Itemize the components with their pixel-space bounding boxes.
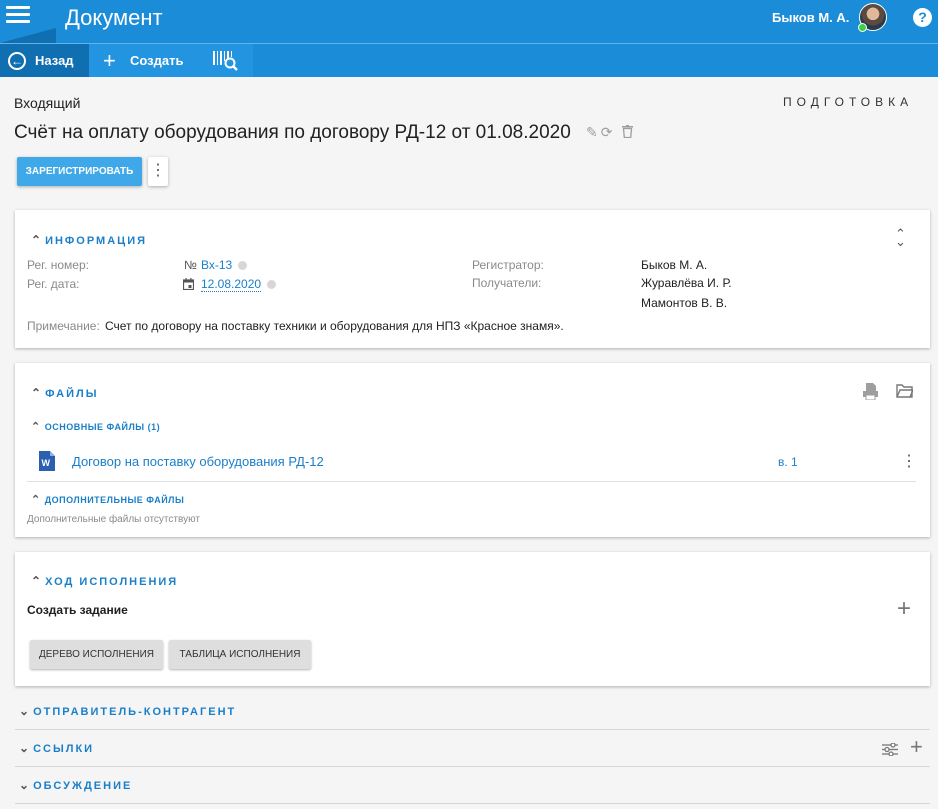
extra-files-empty: Дополнительные файлы отсутствуют [27, 514, 200, 525]
extra-files-title: ДОПОЛНИТЕЛЬНЫЕ ФАЙЛЫ [44, 495, 185, 505]
recipients-label: Получатели: [472, 276, 542, 290]
help-icon[interactable]: ? [913, 8, 932, 27]
info-section-header[interactable]: ⌃ ИНФОРМАЦИЯ [31, 233, 147, 247]
info-card: ⌃ ИНФОРМАЦИЯ ⌃ ⌄ Рег. номер: № Вх-13 Рег. … [15, 210, 930, 348]
toolbar: ← Назад + Создать [0, 43, 938, 77]
reg-number-value[interactable]: Вх-13 [201, 258, 232, 272]
note-value: Счет по договору на поставку техники и о… [105, 319, 564, 333]
sender-section-header[interactable]: ⌄ ОТПРАВИТЕЛЬ-КОНТРАГЕНТ [19, 704, 236, 718]
add-link-icon[interactable]: + [910, 734, 923, 760]
app-title: Документ [65, 5, 163, 30]
execution-card: ⌃ ХОД ИСПОЛНЕНИЯ Создать задание + ДЕРЕВО… [15, 552, 930, 686]
execution-table-button[interactable]: ТАБЛИЦА ИСПОЛНЕНИЯ [169, 640, 311, 669]
back-label: Назад [35, 53, 74, 68]
clear-icon[interactable] [267, 280, 276, 289]
execution-section-header[interactable]: ⌃ ХОД ИСПОЛНЕНИЯ [31, 574, 178, 588]
title-actions: ✎⟳ [586, 124, 634, 141]
page-title: Счёт на оплату оборудования по договору … [14, 122, 571, 143]
files-card: ⌃ ФАЙЛЫ ⌃ ОСНОВНЫЕ ФАЙЛЫ (1) W Договор на … [15, 363, 930, 537]
create-label: Создать [130, 53, 184, 68]
svg-text:W: W [42, 458, 51, 468]
chevron-up-icon: ⌃ [31, 494, 41, 506]
chevron-up-icon: ⌃ [31, 574, 42, 588]
chevron-up-icon: ⌃ [31, 386, 42, 400]
divider [27, 481, 916, 482]
print-icon[interactable] [863, 383, 878, 400]
chevron-down-icon: ⌄ [19, 704, 30, 718]
discussion-section-title: ОБСУЖДЕНИЕ [33, 780, 133, 792]
add-task-icon[interactable]: + [897, 595, 911, 623]
discussion-section[interactable]: ⌄ ОБСУЖДЕНИЕ [15, 767, 930, 804]
files-section-title: ФАЙЛЫ [45, 388, 99, 400]
settings-sliders-icon[interactable] [882, 743, 898, 756]
chevron-down-icon: ⌄ [19, 778, 30, 792]
plus-icon: + [103, 48, 116, 73]
register-button[interactable]: ЗАРЕГИСТРИРОВАТЬ [17, 157, 142, 186]
sender-section-title: ОТПРАВИТЕЛЬ-КОНТРАГЕНТ [33, 706, 237, 718]
execution-tree-button[interactable]: ДЕРЕВО ИСПОЛНЕНИЯ [30, 640, 163, 669]
main-files-title: ОСНОВНЫЕ ФАЙЛЫ (1) [44, 422, 161, 432]
document-status: ПОДГОТОВКА [783, 95, 914, 109]
extra-files-header[interactable]: ⌃ ДОПОЛНИТЕЛЬНЫЕ ФАЙЛЫ [31, 493, 184, 506]
reg-number-label: Рег. номер: [27, 258, 89, 272]
expand-collapse-icon[interactable]: ⌃ ⌄ [895, 227, 906, 248]
barcode-search-icon [213, 51, 238, 71]
create-button[interactable]: + Создать [89, 44, 197, 77]
sender-section[interactable]: ⌄ ОТПРАВИТЕЛЬ-КОНТРАГЕНТ [15, 693, 930, 730]
registrar-value: Быков М. А. [641, 258, 708, 272]
chevron-up-icon: ⌃ [31, 233, 42, 247]
links-section-header[interactable]: ⌄ ССЫЛКИ [19, 741, 94, 755]
reg-date-label: Рег. дата: [27, 277, 80, 291]
user-name[interactable]: Быков М. А. [772, 10, 849, 25]
chevron-up-icon: ⌃ [31, 421, 41, 433]
folder-icon[interactable] [896, 384, 913, 398]
reg-date-value[interactable]: 12.08.2020 [201, 277, 262, 292]
files-section-header[interactable]: ⌃ ФАЙЛЫ [31, 386, 99, 400]
document-type: Входящий [14, 95, 81, 111]
links-section[interactable]: ⌄ ССЫЛКИ + [15, 730, 930, 767]
menu-icon[interactable] [6, 6, 30, 26]
header-corner-decoration [0, 28, 56, 43]
discussion-section-header[interactable]: ⌄ ОБСУЖДЕНИЕ [19, 778, 132, 792]
recipient-item: Мамонтов В. В. [641, 296, 728, 310]
online-status-icon [858, 23, 867, 32]
file-version[interactable]: в. 1 [778, 455, 798, 469]
file-more-icon[interactable]: ⋮ [901, 451, 917, 471]
edit-icon[interactable]: ✎ [586, 124, 601, 140]
recipient-item: Журавлёва И. Р. [641, 276, 732, 290]
clear-icon[interactable] [238, 261, 247, 270]
trash-icon[interactable] [615, 124, 634, 140]
file-link[interactable]: Договор на поставку оборудования РД-12 [72, 454, 324, 469]
main-files-header[interactable]: ⌃ ОСНОВНЫЕ ФАЙЛЫ (1) [31, 420, 160, 433]
calendar-icon[interactable] [183, 278, 194, 290]
links-section-title: ССЫЛКИ [33, 743, 95, 755]
create-task-label[interactable]: Создать задание [27, 603, 128, 617]
app-header: Документ Быков М. А. ? [0, 0, 938, 43]
execution-section-title: ХОД ИСПОЛНЕНИЯ [45, 576, 179, 588]
arrow-left-icon: ← [8, 52, 26, 70]
chevron-down-icon: ⌄ [19, 741, 30, 755]
word-file-icon: W [39, 451, 55, 471]
note-label: Примечание: [27, 319, 100, 333]
barcode-search-button[interactable] [197, 44, 253, 77]
back-button[interactable]: ← Назад [0, 44, 89, 77]
info-section-title: ИНФОРМАЦИЯ [45, 235, 148, 247]
number-sign-icon: № [184, 258, 197, 272]
registrar-label: Регистратор: [472, 258, 544, 272]
refresh-icon[interactable]: ⟳ [601, 124, 616, 140]
toolbar-spacer [253, 44, 938, 77]
more-actions-button[interactable]: ⋮ [148, 157, 168, 186]
